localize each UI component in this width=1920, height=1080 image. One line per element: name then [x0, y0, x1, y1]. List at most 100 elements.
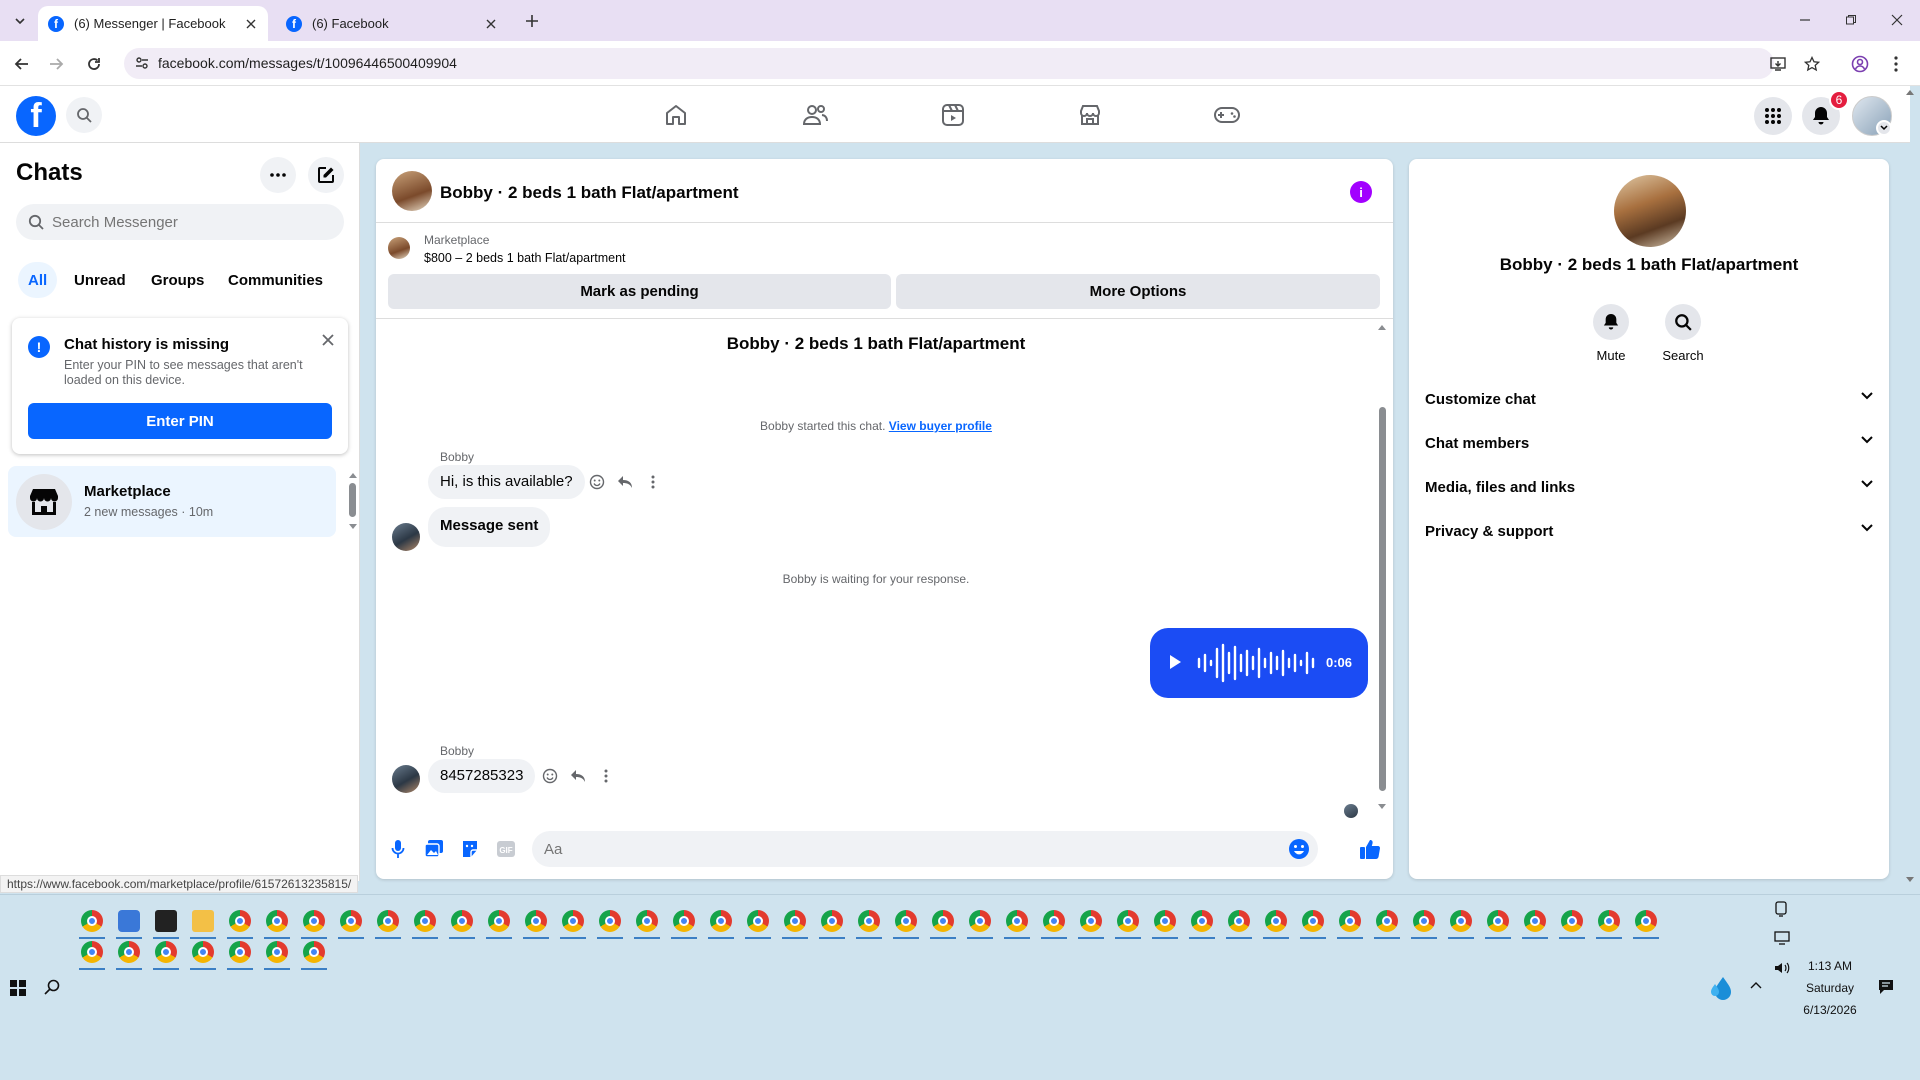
new-tab-plus-icon[interactable]	[520, 9, 544, 33]
taskbar-app-icon[interactable]	[488, 910, 510, 932]
sender-avatar[interactable]	[392, 765, 420, 793]
sticker-icon[interactable]	[458, 837, 482, 861]
browser-tab-facebook[interactable]: f (6) Facebook	[276, 6, 508, 41]
browser-tab-messenger[interactable]: f (6) Messenger | Facebook	[38, 6, 268, 41]
taskbar-app-icon[interactable]	[1302, 910, 1324, 932]
taskbar-app-icon[interactable]	[1376, 910, 1398, 932]
taskbar-app-icon[interactable]	[1339, 910, 1361, 932]
taskbar-app-icon[interactable]	[1635, 910, 1657, 932]
taskbar-app-icon[interactable]	[710, 910, 732, 932]
clock-date[interactable]: 6/13/2026	[1796, 1003, 1864, 1017]
taskbar-app-icon[interactable]	[81, 910, 103, 932]
section-privacy-support[interactable]: Privacy & support	[1409, 510, 1889, 554]
restore-icon[interactable]	[1838, 8, 1864, 32]
react-emoji-icon[interactable]	[539, 765, 561, 787]
back-arrow-icon[interactable]	[10, 52, 34, 76]
windows-start-icon[interactable]	[10, 980, 26, 996]
message-bubble[interactable]: 8457285323	[428, 759, 536, 793]
browser-menu-icon[interactable]	[1884, 52, 1908, 76]
listing-title[interactable]: $800 – 2 beds 1 bath Flat/apartment	[424, 251, 626, 265]
list-scroll-up-icon[interactable]	[348, 471, 358, 479]
taskbar-app-icon[interactable]	[155, 941, 177, 963]
taskbar-app-icon[interactable]	[636, 910, 658, 932]
close-tab-icon[interactable]	[482, 15, 500, 33]
new-message-button[interactable]	[308, 157, 344, 193]
mute-action[interactable]: Mute	[1581, 304, 1641, 363]
mark-as-pending-button[interactable]: Mark as pending	[388, 274, 891, 309]
thread-scroll-up-icon[interactable]	[1377, 323, 1387, 331]
forward-arrow-icon[interactable]	[44, 52, 68, 76]
section-media-files-links[interactable]: Media, files and links	[1409, 466, 1889, 510]
page-scroll-down-icon[interactable]	[1905, 876, 1915, 884]
filter-tab-groups[interactable]: Groups	[141, 262, 214, 298]
taskbar-app-icon[interactable]	[192, 910, 214, 932]
taskbar-app-icon[interactable]	[1117, 910, 1139, 932]
taskbar-app-icon[interactable]	[303, 910, 325, 932]
taskbar-app-icon[interactable]	[1413, 910, 1435, 932]
taskbar-app-icon[interactable]	[525, 910, 547, 932]
enter-pin-button[interactable]: Enter PIN	[28, 403, 332, 439]
conversation-info-icon[interactable]: i	[1350, 181, 1372, 203]
site-info-icon[interactable]	[134, 55, 150, 71]
sender-avatar[interactable]	[392, 523, 420, 551]
network-icon[interactable]	[1774, 931, 1790, 945]
facebook-logo-icon[interactable]: f	[16, 96, 56, 136]
contact-large-avatar[interactable]	[1614, 175, 1686, 247]
more-vertical-icon[interactable]	[642, 471, 664, 493]
filter-tab-unread[interactable]: Unread	[64, 262, 136, 298]
chats-options-button[interactable]	[260, 157, 296, 193]
more-options-button[interactable]: More Options	[896, 274, 1380, 309]
notification-center-icon[interactable]	[1878, 979, 1894, 995]
taskbar-app-icon[interactable]	[155, 910, 177, 932]
page-scroll-up-icon[interactable]	[1905, 88, 1915, 96]
taskbar-app-icon[interactable]	[784, 910, 806, 932]
taskbar-app-icon[interactable]	[1006, 910, 1028, 932]
taskbar-app-icon[interactable]	[599, 910, 621, 932]
bookmark-star-icon[interactable]	[1800, 52, 1824, 76]
listing-thumbnail[interactable]	[388, 237, 410, 259]
taskbar-search-icon[interactable]	[44, 979, 60, 995]
menu-grid-button[interactable]	[1754, 97, 1792, 135]
taskbar-app-icon[interactable]	[377, 910, 399, 932]
taskbar-app-icon[interactable]	[1043, 910, 1065, 932]
taskbar-app-icon[interactable]	[1080, 910, 1102, 932]
contact-avatar[interactable]	[392, 171, 432, 211]
taskbar-app-icon[interactable]	[821, 910, 843, 932]
taskbar-app-icon[interactable]	[451, 910, 473, 932]
gaming-icon[interactable]	[1212, 100, 1242, 130]
voice-message-bubble[interactable]: 0:06	[1150, 628, 1368, 698]
taskbar-app-icon[interactable]	[562, 910, 584, 932]
taskbar-app-icon[interactable]	[969, 910, 991, 932]
emoji-picker-icon[interactable]	[1288, 838, 1310, 860]
list-scroll-down-icon[interactable]	[348, 523, 358, 531]
contact-name[interactable]: Bobby · 2 beds 1 bath Flat/apartment	[440, 183, 739, 203]
taskbar-app-icon[interactable]	[118, 910, 140, 932]
section-chat-members[interactable]: Chat members	[1409, 422, 1889, 466]
url-text[interactable]: facebook.com/messages/t/1009644650040990…	[158, 55, 457, 71]
taskbar-app-icon[interactable]	[266, 910, 288, 932]
taskbar-app-icon[interactable]	[340, 910, 362, 932]
taskbar-app-icon[interactable]	[1450, 910, 1472, 932]
minimize-icon[interactable]	[1792, 8, 1818, 32]
taskbar-app-icon[interactable]	[118, 941, 140, 963]
taskbar-app-icon[interactable]	[303, 941, 325, 963]
home-icon[interactable]	[661, 100, 691, 130]
facebook-search-button[interactable]	[66, 97, 102, 133]
volume-icon[interactable]	[1774, 961, 1790, 975]
taskbar-app-icon[interactable]	[1487, 910, 1509, 932]
thread-scroll-down-icon[interactable]	[1377, 803, 1387, 811]
like-thumbs-up-icon[interactable]	[1358, 837, 1382, 861]
close-icon[interactable]	[318, 330, 338, 350]
taskbar-app-icon[interactable]	[1265, 910, 1287, 932]
reply-icon[interactable]	[614, 471, 636, 493]
taskbar-app-icon[interactable]	[858, 910, 880, 932]
device-icon[interactable]	[1774, 901, 1788, 917]
friends-icon[interactable]	[800, 100, 830, 130]
taskbar-app-icon[interactable]	[192, 941, 214, 963]
taskbar-app-icon[interactable]	[1191, 910, 1213, 932]
messenger-search[interactable]	[16, 204, 344, 240]
taskbar-app-icon[interactable]	[1561, 910, 1583, 932]
taskbar-app-icon[interactable]	[229, 910, 251, 932]
marketplace-icon[interactable]	[1075, 100, 1105, 130]
taskbar-app-icon[interactable]	[1598, 910, 1620, 932]
